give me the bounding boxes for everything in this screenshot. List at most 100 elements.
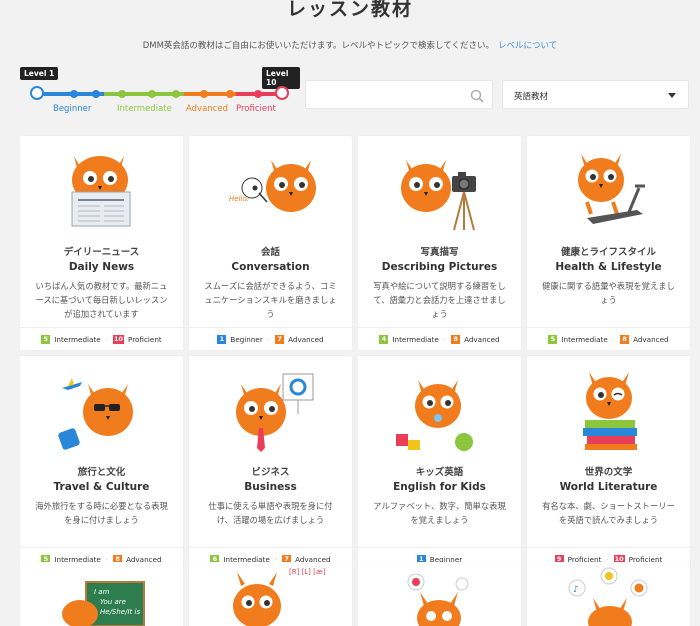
slider-node[interactable] (172, 90, 180, 98)
owl-pronunciation-illustration: [R] [L] [æ] (233, 568, 326, 626)
card-description: いちばん人気の教材です。最新ニュースに基づいて毎日新しいレッスンが追加されていま… (35, 281, 168, 319)
level-label-advanced: Advanced (186, 104, 228, 114)
material-card-grammar[interactable]: I am You are He/She/It is (20, 562, 183, 626)
owl-thinking-illustration (407, 573, 469, 626)
board-line: He/She/It is (100, 608, 140, 616)
card-title-en: Describing Pictures (381, 261, 498, 273)
card-level-range: 5 Intermediate · 8 Advanced (527, 327, 690, 350)
category-select[interactable]: 英語教材 (502, 80, 689, 109)
material-card-conversation[interactable]: Hello! 会話 Conversation スムーズに会話ができるよう、コミュ… (189, 136, 352, 350)
slider-node[interactable] (70, 90, 78, 98)
card-title-jp: 写真描写 (420, 247, 459, 258)
board-line: I am (94, 588, 110, 596)
owl-kids-illustration (358, 368, 521, 454)
slider-node[interactable] (148, 90, 156, 98)
card-title-en: Daily News (68, 261, 135, 273)
material-card-topic[interactable] (358, 562, 521, 626)
card-level-range: 4 Intermediate · 8 Advanced (358, 327, 521, 350)
card-title-en: Health & Lifestyle (555, 261, 662, 273)
slider-node[interactable] (118, 90, 126, 98)
level-separator: · (267, 334, 271, 344)
card-title-en: Business (244, 481, 297, 493)
owl-newspaper-illustration (20, 148, 183, 234)
card-level-range: 5 Intermediate · 10 Proficient (20, 327, 183, 350)
page-title: レッスン教材 (286, 0, 413, 20)
owl-hobbies-illustration: ♪ (568, 567, 648, 626)
level-name: Advanced (464, 334, 500, 344)
card-description: スムーズに会話ができるよう、コミュニケーションスキルを磨きましょう (204, 281, 337, 319)
search-box (305, 80, 493, 109)
slider-node[interactable] (226, 90, 234, 98)
level-name: Advanced (288, 334, 324, 344)
card-title-en: English for Kids (393, 481, 486, 493)
material-card-daily-news[interactable]: デイリーニュース Daily News いちばん人気の教材です。最新ニュースに基… (20, 136, 183, 350)
search-input[interactable] (306, 81, 456, 108)
card-title-en: Travel & Culture (53, 481, 150, 493)
level-slider[interactable]: Level 1 Level 10 Beginner Intermediate A… (20, 67, 300, 119)
level-number-badge: 10 (112, 334, 125, 344)
level-separator: · (612, 334, 616, 344)
level-name: Intermediate (54, 334, 101, 344)
slider-node[interactable] (92, 90, 100, 98)
card-description: アルファベット、数字、簡単な表現を覚えましょう (373, 501, 506, 525)
material-card-hobbies[interactable]: ♪ (527, 562, 690, 626)
search-icon[interactable] (470, 88, 484, 107)
level-number-badge: 8 (451, 334, 461, 344)
card-title-jp: 会話 (260, 247, 280, 258)
category-select-value: 英語教材 (514, 92, 549, 102)
level-info-link[interactable]: レベルについて (498, 41, 557, 51)
level-label-beginner: Beginner (53, 104, 92, 114)
level-name: Advanced (633, 334, 669, 344)
level-number-badge: 1 (217, 334, 227, 344)
material-card-business[interactable]: ビジネス Business 仕事に使える単語や表現を身に付け、活躍の場を広げまし… (189, 356, 352, 570)
card-description: 写真や絵について説明する練習をして、語彙力と会話力を上達させましょう (373, 281, 506, 319)
owl-business-illustration (189, 368, 352, 454)
level-name: Beginner (230, 334, 263, 344)
level-name: Proficient (128, 334, 162, 344)
intro-text: DMM英会話の教材はご自由にお使いいただけます。レベルやトピックで検索してくださ… (0, 39, 700, 51)
owl-conversation-illustration: Hello! (189, 148, 352, 234)
material-card-travel-culture[interactable]: 旅行と文化 Travel & Culture 海外旅行をする時に必要となる表現を… (20, 356, 183, 570)
level-label-intermediate: Intermediate (117, 104, 172, 114)
card-description: 海外旅行をする時に必要となる表現を身に付けましょう (35, 501, 168, 525)
slider-node[interactable] (254, 90, 262, 98)
card-description: 仕事に使える単語や表現を身に付け、活躍の場を広げましょう (208, 501, 333, 525)
slider-handle-end[interactable] (275, 86, 289, 100)
card-title-jp: デイリーニュース (63, 247, 140, 258)
card-description: 健康に関する語彙や表現を覚えましょう (542, 281, 675, 305)
owl-travel-illustration (20, 368, 183, 454)
level-separator: · (105, 334, 108, 344)
slider-node[interactable] (200, 90, 208, 98)
intro-description: DMM英会話の教材はご自由にお使いいただけます。レベルやトピックで検索してくださ… (142, 41, 495, 51)
card-title-jp: 旅行と文化 (77, 467, 126, 478)
material-card-world-literature[interactable]: 世界の文学 World Literature 有名な本、劇、ショートストーリーを… (527, 356, 690, 570)
card-description: 有名な本、劇、ショートストーリーを英語で読んでみましょう (542, 501, 675, 525)
level-number-badge: 8 (620, 334, 630, 344)
owl-camera-illustration (358, 148, 521, 234)
speech-text: [R] [L] [æ] (289, 568, 326, 576)
svg-text:♪: ♪ (573, 585, 579, 595)
card-title-jp: 健康とライフスタイル (560, 247, 656, 258)
card-level-range: 1 Beginner · 7 Advanced (189, 327, 352, 350)
level-number-badge: 4 (379, 334, 389, 344)
owl-treadmill-illustration (527, 148, 690, 234)
material-card-describing-pictures[interactable]: 写真描写 Describing Pictures 写真や絵について説明する練習を… (358, 136, 521, 350)
chevron-down-icon (668, 93, 676, 98)
owl-chalkboard-illustration: I am You are He/She/It is (62, 581, 145, 626)
card-title-jp: ビジネス (251, 467, 290, 478)
material-card-health-lifestyle[interactable]: 健康とライフスタイル Health & Lifestyle 健康に関する語彙や表… (527, 136, 690, 350)
level-number-badge: 7 (275, 334, 285, 344)
material-card-english-for-kids[interactable]: キッズ英語 English for Kids アルファベット、数字、簡単な表現を… (358, 356, 521, 570)
board-line: You are (100, 598, 126, 606)
material-card-pronunciation[interactable]: [R] [L] [æ] (189, 562, 352, 626)
card-title-en: Conversation (231, 261, 310, 273)
level-label-proficient: Proficient (236, 104, 276, 114)
level-separator: · (443, 334, 447, 344)
level-start-badge: Level 1 (20, 67, 59, 80)
level-name: Intermediate (561, 334, 608, 344)
slider-handle-start[interactable] (30, 86, 44, 100)
level-name: Intermediate (392, 334, 439, 344)
owl-books-illustration (527, 368, 690, 454)
level-number-badge: 5 (41, 334, 51, 344)
level-number-badge: 5 (548, 334, 558, 344)
